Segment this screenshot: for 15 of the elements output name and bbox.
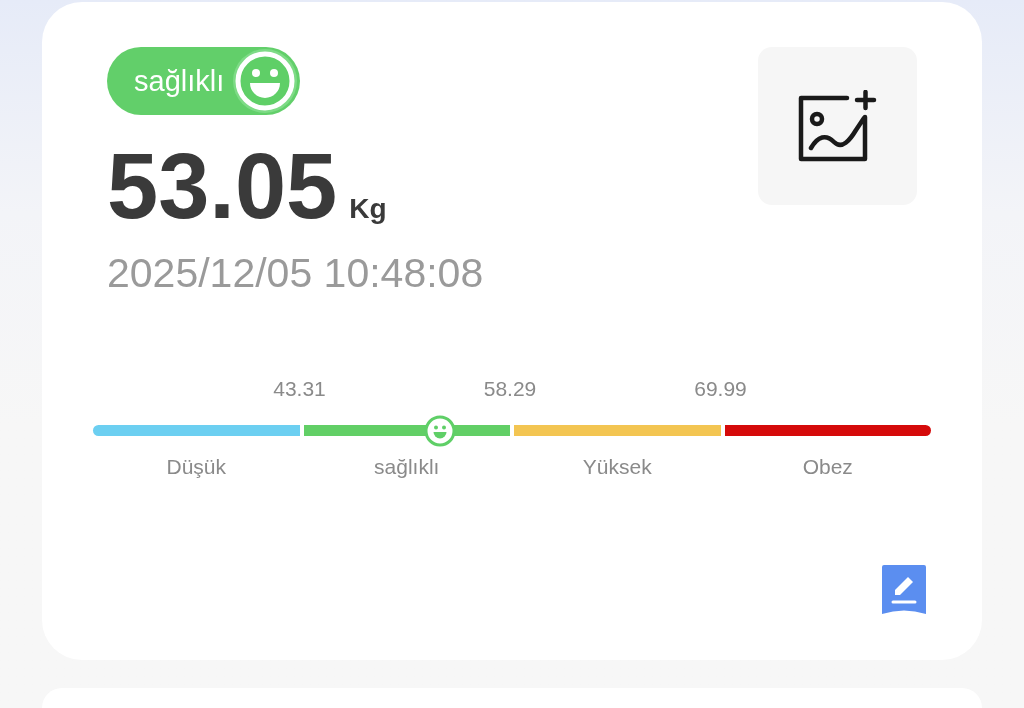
edit-button[interactable]	[882, 565, 926, 615]
category-label: Obez	[802, 456, 853, 477]
threshold-value: 69.99	[694, 378, 747, 399]
category-label: Yüksek	[582, 456, 652, 477]
threshold-value: 43.31	[273, 378, 326, 399]
image-plus-icon	[797, 90, 878, 162]
add-photo-button[interactable]	[758, 47, 917, 205]
status-text: sağlıklı	[134, 66, 225, 96]
weight-unit: Kg	[349, 195, 387, 223]
category-label: Düşük	[166, 456, 226, 477]
threshold-value: 58.29	[483, 378, 537, 399]
weight-value: 53.05	[107, 140, 338, 232]
category-label: sağlıklı	[374, 456, 440, 477]
pencil-bookmark-icon	[882, 565, 926, 615]
timestamp-text: 2025/12/05 10:48:08	[107, 253, 484, 294]
